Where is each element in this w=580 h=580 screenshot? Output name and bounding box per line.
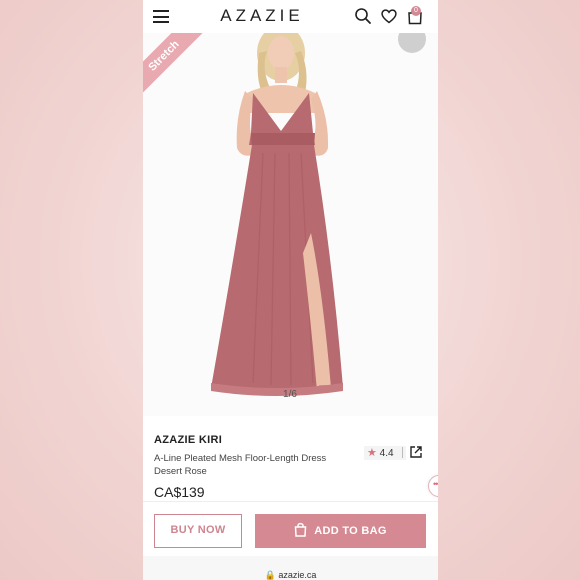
product-brand: AZAZIE KIRI [154,434,223,446]
product-price: CA$139 [154,484,205,500]
add-to-bag-button[interactable]: ADD TO BAG [255,514,426,548]
chat-button[interactable]: ••• [428,475,438,497]
browser-url[interactable]: 🔒 azazie.ca [143,570,438,580]
section-divider [143,501,438,502]
product-image[interactable]: Stretch 1/6 [143,33,438,416]
share-icon[interactable] [409,445,423,459]
buy-now-button[interactable]: BUY NOW [154,514,242,548]
star-icon: ★ [367,447,377,459]
rating-badge[interactable]: ★ 4.4 [364,446,406,460]
wishlist-heart-icon[interactable] [380,7,398,25]
brand-logo[interactable]: AZAZIE [206,6,318,26]
hamburger-menu-icon[interactable] [153,10,169,23]
top-header: AZAZIE 0 [143,0,438,33]
rating-value: 4.4 [379,448,394,459]
search-icon[interactable] [354,7,372,25]
phone-screen: AZAZIE 0 Stretch 1/6 AZAZIE KIRI A-Line … [143,0,438,580]
product-title: A-Line Pleated Mesh Floor-Length Dress D… [154,452,354,478]
dress-photo [211,33,343,396]
image-counter: 1/6 [283,389,297,400]
product-name-line: A-Line Pleated Mesh Floor-Length Dress [154,453,327,464]
url-text: azazie.ca [278,570,317,580]
add-to-bag-label: ADD TO BAG [314,525,387,537]
rating-divider [402,447,403,458]
product-color: Desert Rose [154,466,207,477]
bag-count-badge: 0 [411,6,421,16]
chat-dots-icon: ••• [433,479,438,489]
lock-icon: 🔒 [264,570,276,580]
bag-icon [294,522,307,537]
